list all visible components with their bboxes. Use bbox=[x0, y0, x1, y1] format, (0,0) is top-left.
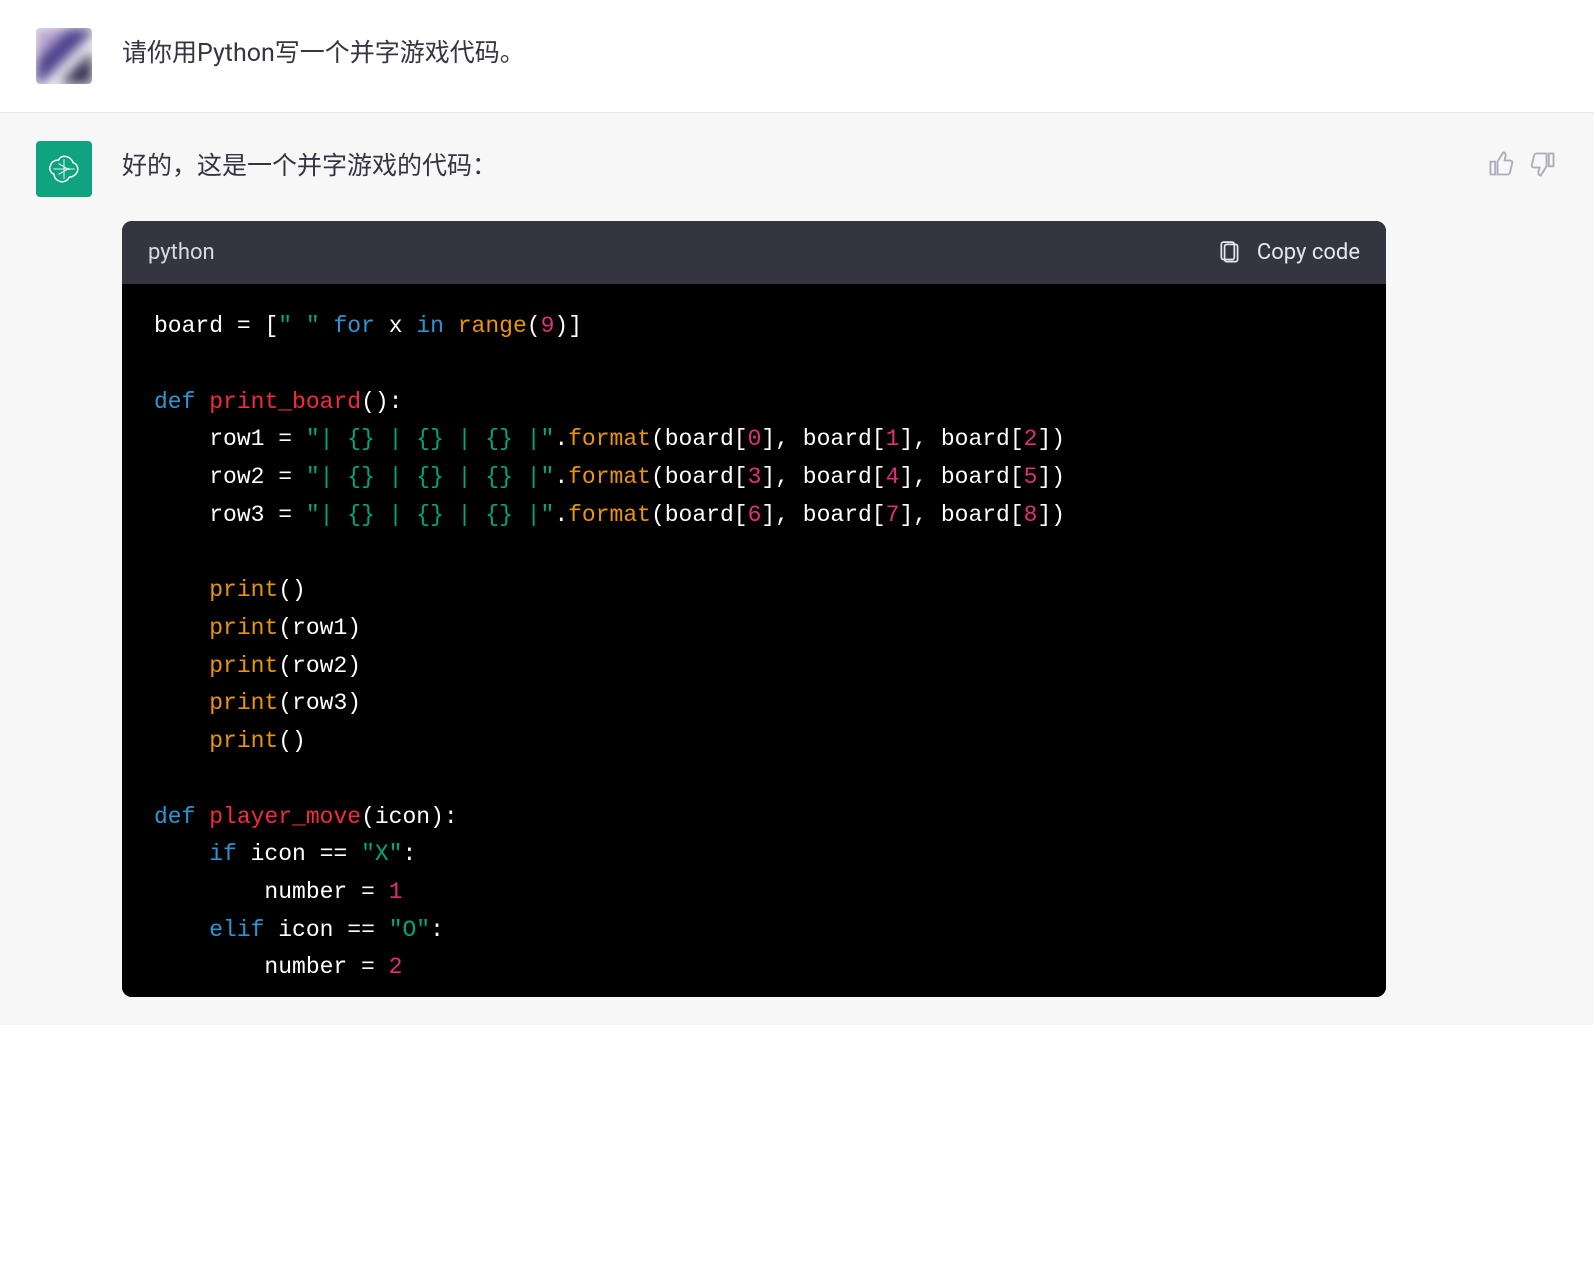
thumbs-down-icon bbox=[1529, 150, 1557, 178]
assistant-message-content: 好的，这是一个并字游戏的代码： python Copy code board =… bbox=[122, 141, 1438, 997]
avatar-image bbox=[36, 28, 92, 84]
code-line: row1 = "| {} | {} | {} |".format(board[0… bbox=[154, 421, 1354, 459]
copy-code-button[interactable]: Copy code bbox=[1217, 235, 1360, 270]
code-line: def print_board(): bbox=[154, 384, 1354, 422]
assistant-message-row: 好的，这是一个并字游戏的代码： python Copy code board =… bbox=[0, 113, 1594, 1025]
code-line: row3 = "| {} | {} | {} |".format(board[6… bbox=[154, 497, 1354, 535]
code-line: print() bbox=[154, 572, 1354, 610]
code-block-header: python Copy code bbox=[122, 221, 1386, 284]
assistant-intro-text: 好的，这是一个并字游戏的代码： bbox=[122, 147, 1438, 187]
code-line bbox=[154, 346, 1354, 384]
openai-logo-icon bbox=[46, 151, 82, 187]
clipboard-icon bbox=[1217, 240, 1243, 266]
code-line bbox=[154, 761, 1354, 799]
code-block: python Copy code board = [" " for x in r… bbox=[122, 221, 1386, 997]
code-line: if icon == "X": bbox=[154, 836, 1354, 874]
code-line: elif icon == "O": bbox=[154, 912, 1354, 950]
copy-code-label: Copy code bbox=[1257, 235, 1360, 270]
user-message-text: 请你用Python写一个并字游戏代码。 bbox=[122, 28, 1438, 84]
user-avatar bbox=[36, 28, 92, 84]
code-line bbox=[154, 535, 1354, 573]
assistant-avatar bbox=[36, 141, 92, 197]
thumbs-up-button[interactable] bbox=[1486, 149, 1516, 179]
code-line: print(row2) bbox=[154, 648, 1354, 686]
thumbs-up-icon bbox=[1487, 150, 1515, 178]
code-line: print() bbox=[154, 723, 1354, 761]
code-line: print(row1) bbox=[154, 610, 1354, 648]
code-language-label: python bbox=[148, 235, 215, 270]
user-message-actions bbox=[1468, 28, 1558, 84]
code-line: number = 2 bbox=[154, 949, 1354, 987]
code-line: print(row3) bbox=[154, 685, 1354, 723]
thumbs-down-button[interactable] bbox=[1528, 149, 1558, 179]
code-line: number = 1 bbox=[154, 874, 1354, 912]
user-message-row: 请你用Python写一个并字游戏代码。 bbox=[0, 0, 1594, 113]
assistant-message-actions bbox=[1468, 141, 1558, 997]
code-body[interactable]: board = [" " for x in range(9)] def prin… bbox=[122, 284, 1386, 997]
code-line: def player_move(icon): bbox=[154, 799, 1354, 837]
code-line: row2 = "| {} | {} | {} |".format(board[3… bbox=[154, 459, 1354, 497]
code-line: board = [" " for x in range(9)] bbox=[154, 308, 1354, 346]
